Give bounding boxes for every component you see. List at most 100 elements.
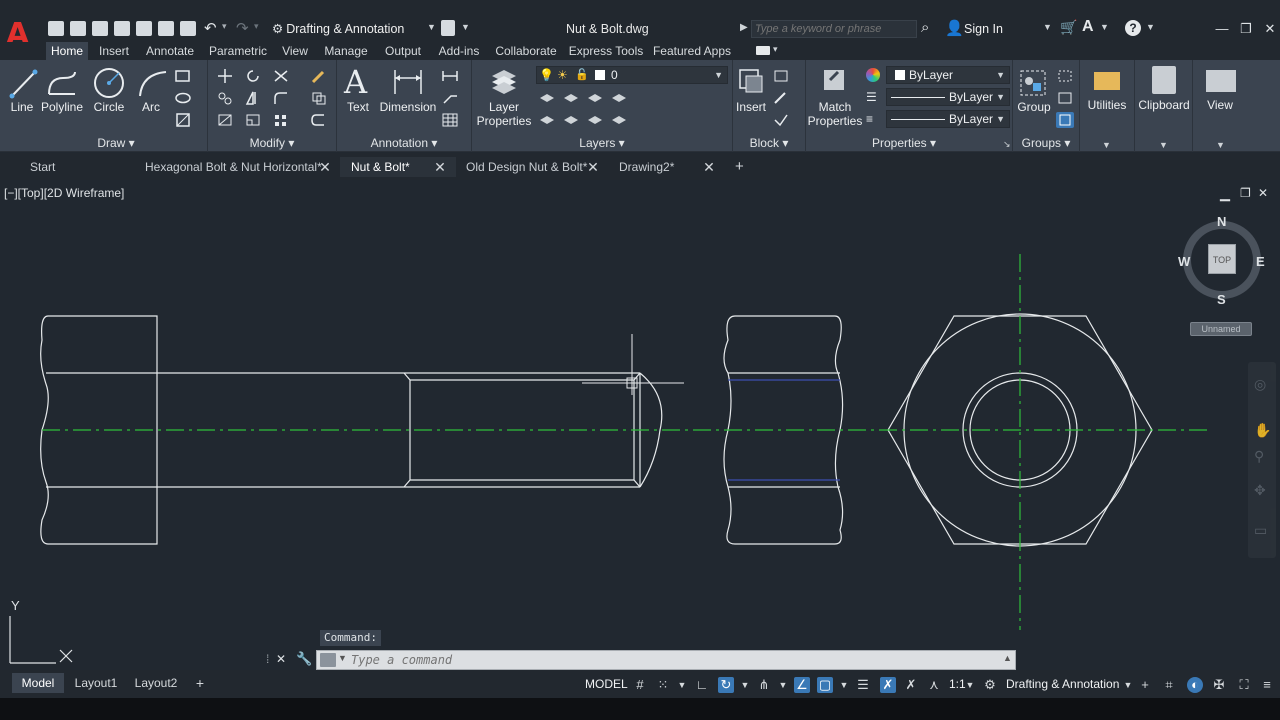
minimize-window-icon[interactable]: — [1212, 20, 1232, 38]
save-web-icon[interactable] [158, 21, 174, 36]
customize-quick-access-icon[interactable]: ▼ [461, 22, 470, 32]
copy-tool-icon[interactable] [216, 90, 234, 106]
command-line-grip-icon[interactable]: ⁞ [266, 652, 269, 666]
isolate-objects-icon[interactable]: ◐ [1187, 677, 1203, 693]
tab-featured-apps[interactable]: Featured Apps [652, 42, 732, 60]
workspace-dropdown-icon[interactable]: ▼ [427, 22, 436, 32]
isodraft-icon[interactable]: ⋔ [756, 677, 772, 693]
open-folder-icon[interactable] [70, 21, 86, 36]
ribbon-minimize-icon[interactable] [756, 46, 770, 55]
rectangle-tool-icon[interactable] [174, 68, 192, 84]
tab-manage[interactable]: Manage [320, 42, 372, 60]
units-icon[interactable]: ⌗ [1161, 677, 1177, 693]
doc-tab-old-design[interactable]: Old Design Nut & Bolt* [466, 157, 587, 177]
object-snap-icon[interactable]: ▢ [817, 677, 833, 693]
expand-search-icon[interactable]: ▶ [740, 22, 748, 33]
steering-wheel-icon[interactable]: ◎ [1254, 376, 1266, 393]
viewcube[interactable]: TOP N S E W [1178, 214, 1265, 307]
circle-tool-icon[interactable] [92, 66, 126, 100]
close-tab-icon[interactable]: ✕ [318, 157, 332, 177]
customization-menu-icon[interactable]: ≡ [1259, 677, 1275, 693]
layer-previous-icon[interactable] [562, 112, 580, 128]
layer-lock-icon[interactable] [586, 112, 604, 128]
clipboard-icon[interactable] [1152, 66, 1176, 94]
match-properties-icon[interactable] [820, 66, 850, 98]
offset-tool-icon[interactable] [310, 112, 328, 128]
lineweight-dropdown[interactable]: ByLayer ▼ [886, 88, 1010, 106]
draw-panel-title[interactable]: Draw ▾ [0, 136, 232, 151]
erase-tool-icon[interactable] [310, 68, 328, 84]
block-panel-title[interactable]: Block ▾ [733, 136, 805, 151]
line-tool-icon[interactable] [8, 66, 38, 100]
command-input[interactable] [351, 652, 991, 668]
workspace-status[interactable]: Drafting & Annotation [1006, 677, 1119, 691]
recent-commands-dropdown-icon[interactable]: ▼ [338, 653, 347, 663]
recent-commands-icon[interactable] [320, 653, 336, 667]
layers-panel-title[interactable]: Layers ▾ [472, 136, 732, 151]
viewcube-north[interactable]: N [1217, 214, 1226, 229]
layer-dropdown[interactable]: 💡 ☀ 🔓 0 ▼ [536, 66, 728, 84]
layout-tab-layout1[interactable]: Layout1 [70, 673, 122, 693]
command-history-toggle-icon[interactable]: ▲ [1003, 653, 1012, 663]
layout-tab-model[interactable]: Model [12, 673, 64, 693]
viewcube-west[interactable]: W [1178, 254, 1190, 269]
close-tab-icon[interactable]: ✕ [586, 157, 600, 177]
ribbon-minimize-dropdown-icon[interactable]: ▾ [773, 44, 778, 55]
annotation-scale-icon[interactable]: ⋏ [926, 677, 942, 693]
save-icon[interactable] [92, 21, 108, 36]
array-tool-icon[interactable] [272, 112, 290, 128]
drawing-canvas[interactable] [0, 180, 1280, 670]
tab-view[interactable]: View [278, 42, 312, 60]
utilities-dropdown-icon[interactable]: ▼ [1102, 140, 1111, 150]
trim-tool-icon[interactable] [272, 68, 290, 84]
help-icon[interactable]: ? [1125, 20, 1141, 36]
clipboard-label[interactable]: Clipboard [1136, 98, 1192, 112]
insert-block-icon[interactable] [736, 66, 766, 98]
doc-tab-drawing2[interactable]: Drawing2* [619, 157, 674, 177]
cart-icon[interactable]: 🛒 [1060, 19, 1077, 36]
object-snap-dropdown-icon[interactable]: ▼ [836, 677, 852, 693]
showmotion-icon[interactable]: ▭ [1254, 522, 1267, 539]
tab-output[interactable]: Output [380, 42, 426, 60]
fillet-tool-icon[interactable] [272, 90, 290, 106]
polyline-tool-icon[interactable] [45, 68, 79, 100]
viewcube-east[interactable]: E [1256, 254, 1265, 269]
tab-parametric[interactable]: Parametric [206, 42, 270, 60]
table-icon[interactable] [441, 112, 459, 128]
lineweight-display-icon[interactable]: ☰ [855, 677, 871, 693]
layer-isolate-icon[interactable] [538, 90, 556, 106]
redo-dropdown-icon[interactable]: ▾ [254, 21, 259, 32]
undo-dropdown-icon[interactable]: ▾ [222, 21, 227, 32]
layer-match-icon[interactable] [538, 112, 556, 128]
group-selection-toggle-icon[interactable] [1056, 112, 1074, 128]
doc-tab-start[interactable]: Start [30, 157, 55, 177]
object-snap-tracking-icon[interactable]: ∠ [794, 677, 810, 693]
group-edit-icon[interactable] [1056, 90, 1074, 106]
customize-command-line-icon[interactable]: 🔧 [296, 651, 312, 667]
close-window-icon[interactable]: ✕ [1260, 20, 1280, 38]
tab-insert[interactable]: Insert [94, 42, 134, 60]
command-line[interactable]: ▼ ▲ [316, 650, 1016, 670]
modify-panel-title[interactable]: Modify ▾ [208, 136, 336, 151]
explode-tool-icon[interactable] [310, 90, 328, 106]
restore-window-icon[interactable]: ❐ [1236, 20, 1256, 38]
utilities-label[interactable]: Utilities [1082, 98, 1132, 112]
tab-collaborate[interactable]: Collaborate [492, 42, 560, 60]
new-file-icon[interactable] [48, 21, 64, 36]
mirror-tool-icon[interactable] [244, 90, 262, 106]
groups-panel-title[interactable]: Groups ▾ [1013, 136, 1079, 151]
viewcube-south[interactable]: S [1217, 292, 1226, 307]
utilities-icon[interactable] [1094, 72, 1120, 90]
color-dropdown[interactable]: ByLayer ▼ [886, 66, 1010, 84]
orbit-icon[interactable]: ✥ [1254, 482, 1266, 499]
scale-dropdown-icon[interactable]: ▼ [962, 677, 978, 693]
app-store-dropdown-icon[interactable]: ▼ [1100, 22, 1109, 32]
text-tool-icon[interactable]: A [344, 64, 372, 100]
leader-icon[interactable] [441, 90, 459, 106]
edit-block-icon[interactable] [772, 90, 790, 106]
clipboard-dropdown-icon[interactable]: ▼ [1159, 140, 1168, 150]
scale-tool-icon[interactable] [244, 112, 262, 128]
open-web-icon[interactable] [136, 21, 152, 36]
redo-icon[interactable]: ↷ [236, 19, 249, 37]
share-icon[interactable] [441, 20, 455, 36]
